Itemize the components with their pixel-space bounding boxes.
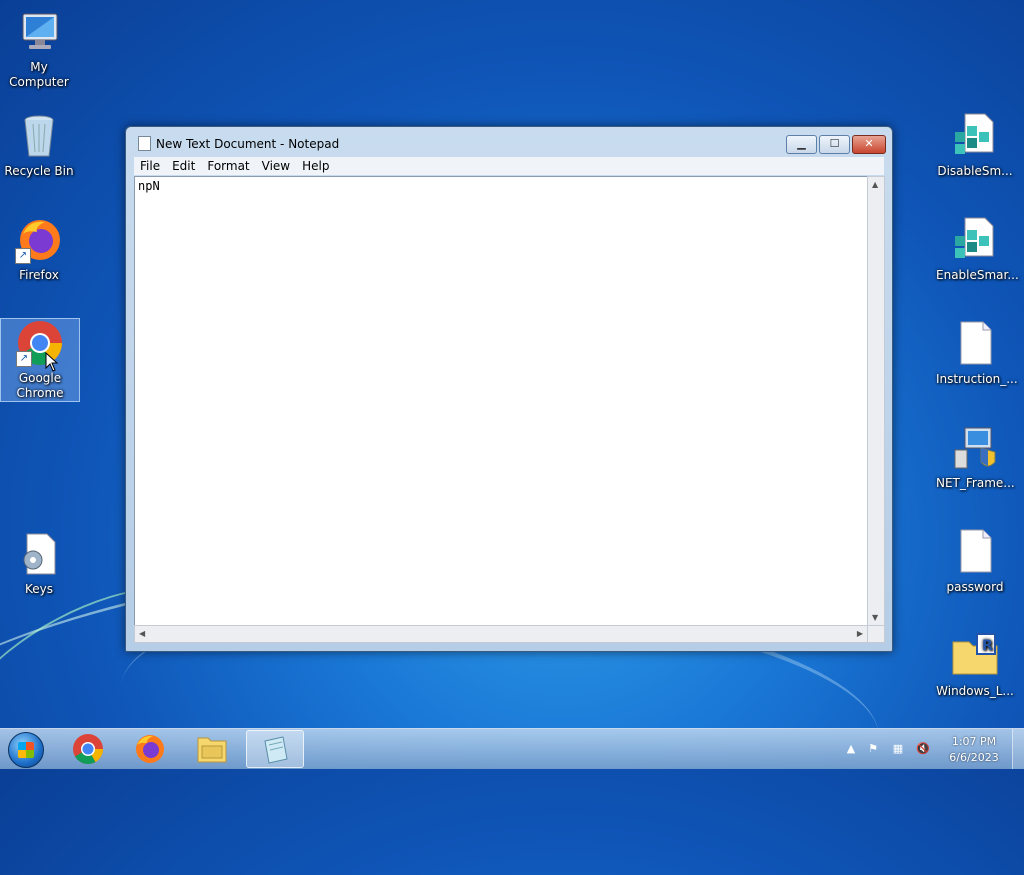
desktop-icon-enablesmar[interactable]: EnableSmar... [936, 216, 1019, 283]
taskbar-chrome[interactable] [60, 730, 116, 766]
mouse-cursor-icon [45, 352, 59, 372]
clock-date: 6/6/2023 [949, 751, 999, 764]
desktop-icon-label: Keys [24, 582, 53, 596]
registry-file-icon [951, 112, 999, 160]
desktop-icon-instruction[interactable]: Instruction_... [936, 320, 1018, 387]
desktop-icon-label: EnableSmar... [936, 268, 1019, 282]
maximize-button[interactable]: ☐ [819, 135, 850, 154]
horizontal-scrollbar[interactable]: ◀ ▶ [134, 625, 868, 643]
desktop-icon-label: Recycle Bin [4, 164, 74, 178]
notepad-icon [138, 136, 151, 151]
menu-format[interactable]: Format [201, 157, 255, 175]
desktop-icon-my-computer[interactable]: My Computer [0, 8, 78, 90]
show-hidden-icons-icon[interactable]: ▲ [844, 742, 858, 756]
volume-muted-icon[interactable]: 🔇 [916, 742, 930, 756]
firefox-icon: ↗ [15, 216, 63, 264]
taskbar-notepad[interactable] [246, 730, 304, 768]
text-editor-area[interactable]: npN [134, 176, 868, 626]
desktop-icon-net-frame[interactable]: NET_Frame... [936, 424, 1015, 491]
window-title: New Text Document - Notepad [156, 137, 340, 151]
registry-file-icon [951, 216, 999, 264]
computer-icon [15, 8, 63, 56]
text-file-icon [951, 320, 999, 368]
desktop-icon-label: Firefox [19, 268, 59, 282]
folder-icon: R [951, 632, 999, 680]
desktop-icon-firefox[interactable]: ↗ Firefox [0, 216, 78, 283]
close-button[interactable]: ✕ [852, 135, 886, 154]
scroll-up-icon[interactable]: ▲ [872, 180, 878, 189]
document-content: npN [138, 179, 160, 193]
desktop-icon-disablesm[interactable]: DisableSm... [936, 112, 1014, 179]
scroll-down-icon[interactable]: ▼ [872, 613, 878, 622]
menu-help[interactable]: Help [296, 157, 335, 175]
taskbar: ▲ ⚑ ▦ 🔇 1:07 PM 6/6/2023 [0, 728, 1024, 769]
desktop-icon-recycle-bin[interactable]: Recycle Bin [0, 112, 78, 179]
notepad-window[interactable]: New Text Document - Notepad ▁ ☐ ✕ File Ed… [125, 126, 893, 652]
desktop-icon-label: Windows_L... [936, 684, 1014, 698]
desktop-icon-label: Instruction_... [936, 372, 1018, 386]
clock[interactable]: 1:07 PM 6/6/2023 [944, 734, 1004, 766]
desktop-icon-windows-l[interactable]: R Windows_L... [936, 632, 1014, 699]
desktop-icon-label: Google Chrome [16, 371, 64, 400]
show-desktop-button[interactable] [1012, 729, 1024, 769]
file-explorer-icon [197, 737, 227, 763]
menu-view[interactable]: View [256, 157, 296, 175]
scroll-right-icon[interactable]: ▶ [857, 629, 863, 638]
text-file-icon [951, 528, 999, 576]
network-icon[interactable]: ▦ [891, 742, 905, 756]
settings-file-icon [15, 530, 63, 578]
desktop-icon-password[interactable]: password [936, 528, 1014, 595]
start-button[interactable] [8, 732, 44, 768]
shortcut-arrow-icon: ↗ [15, 248, 31, 264]
taskbar-file-explorer[interactable] [184, 730, 240, 766]
menu-bar: File Edit Format View Help [134, 157, 884, 175]
desktop-icon-google-chrome[interactable]: ↗ Google Chrome [0, 318, 80, 402]
taskbar-firefox[interactable] [122, 730, 178, 766]
desktop-icon-keys[interactable]: Keys [0, 530, 78, 597]
windows-logo-icon [18, 742, 34, 758]
menu-file[interactable]: File [134, 157, 166, 175]
desktop-icon-label: My Computer [9, 60, 69, 89]
clock-time: 1:07 PM [951, 735, 997, 748]
desktop-icon-label: NET_Frame... [936, 476, 1015, 490]
resize-grip[interactable] [867, 625, 885, 643]
svg-text:R: R [982, 638, 993, 654]
chrome-icon [73, 734, 103, 765]
desktop-icon-label: DisableSm... [937, 164, 1013, 178]
title-bar[interactable]: New Text Document - Notepad ▁ ☐ ✕ [126, 127, 892, 157]
menu-edit[interactable]: Edit [166, 157, 201, 175]
desktop-icon-label: password [946, 580, 1004, 594]
shortcut-arrow-icon: ↗ [16, 351, 32, 367]
action-center-icon[interactable]: ⚑ [866, 742, 880, 756]
scroll-left-icon[interactable]: ◀ [139, 629, 145, 638]
minimize-button[interactable]: ▁ [786, 135, 817, 154]
vertical-scrollbar[interactable]: ▲ ▼ [867, 176, 885, 626]
installer-icon [951, 424, 999, 472]
recycle-bin-icon [15, 112, 63, 160]
notepad-icon [264, 736, 288, 764]
firefox-icon [136, 735, 164, 763]
